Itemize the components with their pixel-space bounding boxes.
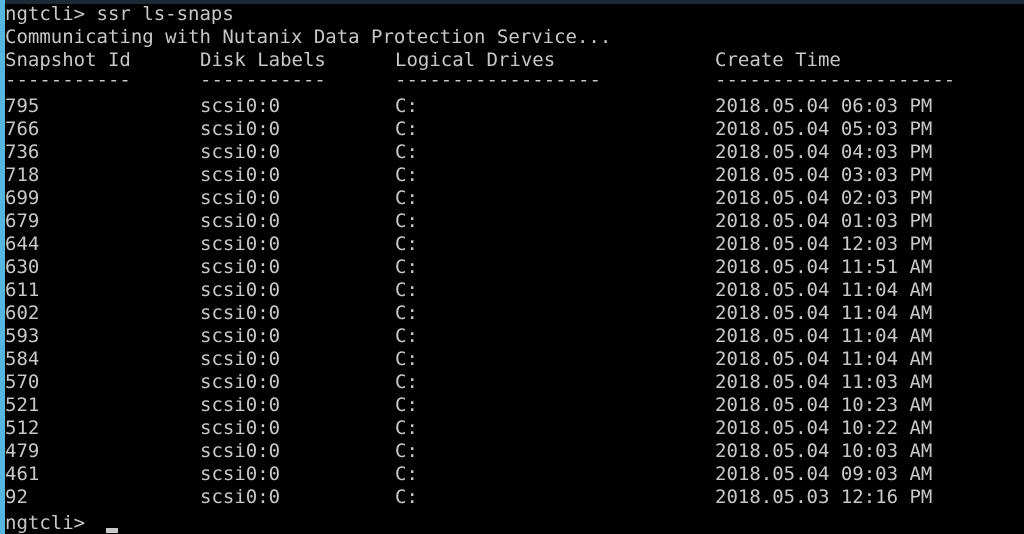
- cell-disk-label: scsi0:0: [200, 371, 281, 393]
- cell-logical-drive: C:: [395, 95, 418, 117]
- cell-disk-label: scsi0:0: [200, 417, 281, 439]
- cell-snapshot-id: 795: [5, 95, 40, 117]
- cell-create-time: 2018.05.04 09:03 AM: [715, 463, 933, 485]
- column-rule-0: -----------: [5, 69, 131, 91]
- cell-logical-drive: C:: [395, 417, 418, 439]
- cell-snapshot-id: 92: [5, 486, 28, 508]
- cell-snapshot-id: 512: [5, 417, 40, 439]
- cell-disk-label: scsi0:0: [200, 118, 281, 140]
- cell-logical-drive: C:: [395, 279, 418, 301]
- cell-disk-label: scsi0:0: [200, 463, 281, 485]
- cell-create-time: 2018.05.04 11:04 AM: [715, 279, 933, 301]
- cell-create-time: 2018.05.04 05:03 PM: [715, 118, 933, 140]
- cell-create-time: 2018.05.04 06:03 PM: [715, 95, 933, 117]
- status-message: Communicating with Nutanix Data Protecti…: [5, 26, 612, 48]
- cell-disk-label: scsi0:0: [200, 348, 281, 370]
- cell-disk-label: scsi0:0: [200, 325, 281, 347]
- cell-logical-drive: C:: [395, 440, 418, 462]
- cell-create-time: 2018.05.04 11:04 AM: [715, 348, 933, 370]
- cell-snapshot-id: 461: [5, 463, 40, 485]
- cell-logical-drive: C:: [395, 325, 418, 347]
- cell-snapshot-id: 766: [5, 118, 40, 140]
- cell-logical-drive: C:: [395, 394, 418, 416]
- cell-create-time: 2018.05.04 03:03 PM: [715, 164, 933, 186]
- cell-logical-drive: C:: [395, 348, 418, 370]
- cell-snapshot-id: 570: [5, 371, 40, 393]
- cell-snapshot-id: 644: [5, 233, 40, 255]
- cell-snapshot-id: 479: [5, 440, 40, 462]
- cell-logical-drive: C:: [395, 141, 418, 163]
- cell-snapshot-id: 593: [5, 325, 40, 347]
- cell-create-time: 2018.05.04 11:03 AM: [715, 371, 933, 393]
- cell-disk-label: scsi0:0: [200, 486, 281, 508]
- cell-snapshot-id: 736: [5, 141, 40, 163]
- cell-disk-label: scsi0:0: [200, 394, 281, 416]
- cell-logical-drive: C:: [395, 256, 418, 278]
- cell-logical-drive: C:: [395, 118, 418, 140]
- shell-prompt: ngtcli>: [5, 512, 86, 534]
- cell-create-time: 2018.05.04 02:03 PM: [715, 187, 933, 209]
- cell-logical-drive: C:: [395, 164, 418, 186]
- cell-disk-label: scsi0:0: [200, 302, 281, 324]
- cell-snapshot-id: 718: [5, 164, 40, 186]
- cell-disk-label: scsi0:0: [200, 141, 281, 163]
- cell-create-time: 2018.05.04 01:03 PM: [715, 210, 933, 232]
- cell-disk-label: scsi0:0: [200, 187, 281, 209]
- terminal-screen[interactable]: ngtcli> ssr ls-snaps Communicating with …: [0, 0, 1024, 534]
- cell-create-time: 2018.05.04 12:03 PM: [715, 233, 933, 255]
- cell-snapshot-id: 611: [5, 279, 40, 301]
- cell-disk-label: scsi0:0: [200, 210, 281, 232]
- cell-create-time: 2018.05.03 12:16 PM: [715, 486, 933, 508]
- column-rule-1: -----------: [200, 69, 326, 91]
- text-cursor: [105, 528, 118, 533]
- terminal-output[interactable]: ngtcli> ssr ls-snaps Communicating with …: [0, 0, 1024, 534]
- cell-logical-drive: C:: [395, 187, 418, 209]
- cell-logical-drive: C:: [395, 486, 418, 508]
- cell-disk-label: scsi0:0: [200, 95, 281, 117]
- cell-disk-label: scsi0:0: [200, 279, 281, 301]
- cell-snapshot-id: 584: [5, 348, 40, 370]
- cell-snapshot-id: 679: [5, 210, 40, 232]
- cell-logical-drive: C:: [395, 302, 418, 324]
- cell-logical-drive: C:: [395, 210, 418, 232]
- column-rule-2: ------------------: [395, 69, 601, 91]
- cell-create-time: 2018.05.04 04:03 PM: [715, 141, 933, 163]
- cell-snapshot-id: 699: [5, 187, 40, 209]
- cell-create-time: 2018.05.04 10:22 AM: [715, 417, 933, 439]
- cell-create-time: 2018.05.04 10:23 AM: [715, 394, 933, 416]
- cell-snapshot-id: 602: [5, 302, 40, 324]
- cell-create-time: 2018.05.04 10:03 AM: [715, 440, 933, 462]
- cell-create-time: 2018.05.04 11:51 AM: [715, 256, 933, 278]
- cell-disk-label: scsi0:0: [200, 233, 281, 255]
- cell-create-time: 2018.05.04 11:04 AM: [715, 325, 933, 347]
- cell-disk-label: scsi0:0: [200, 256, 281, 278]
- cell-disk-label: scsi0:0: [200, 164, 281, 186]
- cell-disk-label: scsi0:0: [200, 440, 281, 462]
- cell-snapshot-id: 521: [5, 394, 40, 416]
- column-rule-3: ---------------------: [715, 69, 956, 91]
- cell-snapshot-id: 630: [5, 256, 40, 278]
- command-line: ngtcli> ssr ls-snaps: [5, 3, 234, 25]
- cell-logical-drive: C:: [395, 463, 418, 485]
- cell-create-time: 2018.05.04 11:04 AM: [715, 302, 933, 324]
- cell-logical-drive: C:: [395, 371, 418, 393]
- cell-logical-drive: C:: [395, 233, 418, 255]
